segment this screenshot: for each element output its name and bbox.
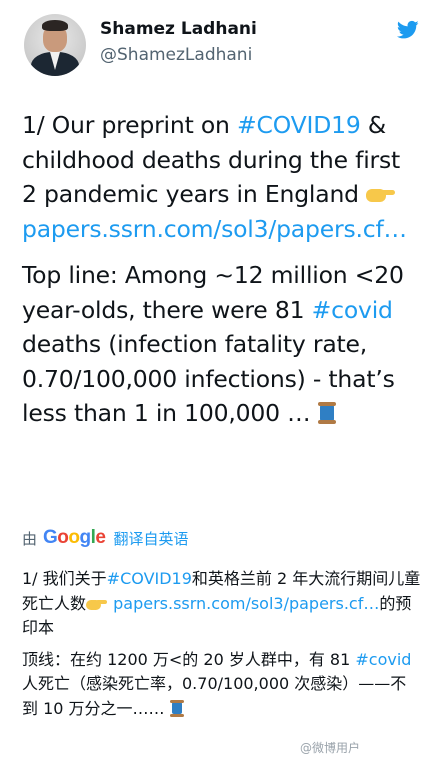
hashtag-covid19[interactable]: #COVID19 (237, 111, 361, 139)
translated-from-link[interactable]: 翻译自英语 (113, 528, 188, 549)
hashtag-covid19[interactable]: #COVID19 (107, 569, 192, 588)
tweet-paragraph-2: Top line: Among ~12 million <20 year-old… (22, 258, 422, 431)
tweet-text: 1/ Our preprint on (22, 111, 238, 139)
translation-text: 1/ 我们关于 (22, 569, 107, 588)
author-name[interactable]: Shamez Ladhani (100, 19, 257, 39)
google-logo[interactable]: Google (43, 527, 106, 549)
hashtag-covid[interactable]: #covid (355, 650, 411, 669)
tweet-paragraph-1: 1/ Our preprint on #COVID19 & childhood … (22, 108, 422, 246)
preprint-link[interactable]: papers.ssrn.com/sol3/papers.cf… (22, 215, 407, 243)
hashtag-covid[interactable]: #covid (312, 296, 393, 324)
pointing-right-icon (366, 184, 396, 204)
translated-by-label: 由 (22, 529, 38, 548)
tweet-header: Shamez Ladhani @ShamezLadhani (0, 0, 440, 110)
tweet-body: 1/ Our preprint on #COVID19 & childhood … (22, 108, 422, 431)
avatar-hair (42, 20, 68, 31)
translation-text: 顶线：在约 1200 万<的 20 岁人群中，有 81 (22, 649, 356, 669)
translation-text: 人死亡（感染死亡率，0.70/100,000 次感染）——不到 10 万分之一…… (22, 674, 407, 718)
tweet-text: deaths (infection fatality rate, 0.70/10… (22, 330, 395, 427)
translation-paragraph-1: 1/ 我们关于#COVID19和英格兰前 2 年大流行期间儿童死亡人数 pape… (22, 567, 422, 641)
translated-text: 1/ 我们关于#COVID19和英格兰前 2 年大流行期间儿童死亡人数 pape… (22, 567, 422, 721)
translation-paragraph-2: 顶线：在约 1200 万<的 20 岁人群中，有 81 #covid 人死亡（感染… (22, 648, 422, 722)
pointing-right-icon (86, 596, 108, 611)
thread-spool-icon (169, 699, 184, 717)
author-avatar[interactable] (24, 14, 86, 76)
weibo-watermark: @微博用户 (300, 741, 361, 755)
twitter-bird-icon[interactable] (397, 20, 419, 40)
translation-attribution: 由 Google 翻译自英语 (22, 527, 189, 549)
author-handle[interactable]: @ShamezLadhani (100, 45, 252, 65)
preprint-link[interactable]: papers.ssrn.com/sol3/papers.cf… (113, 594, 379, 613)
thread-spool-icon (317, 402, 336, 424)
